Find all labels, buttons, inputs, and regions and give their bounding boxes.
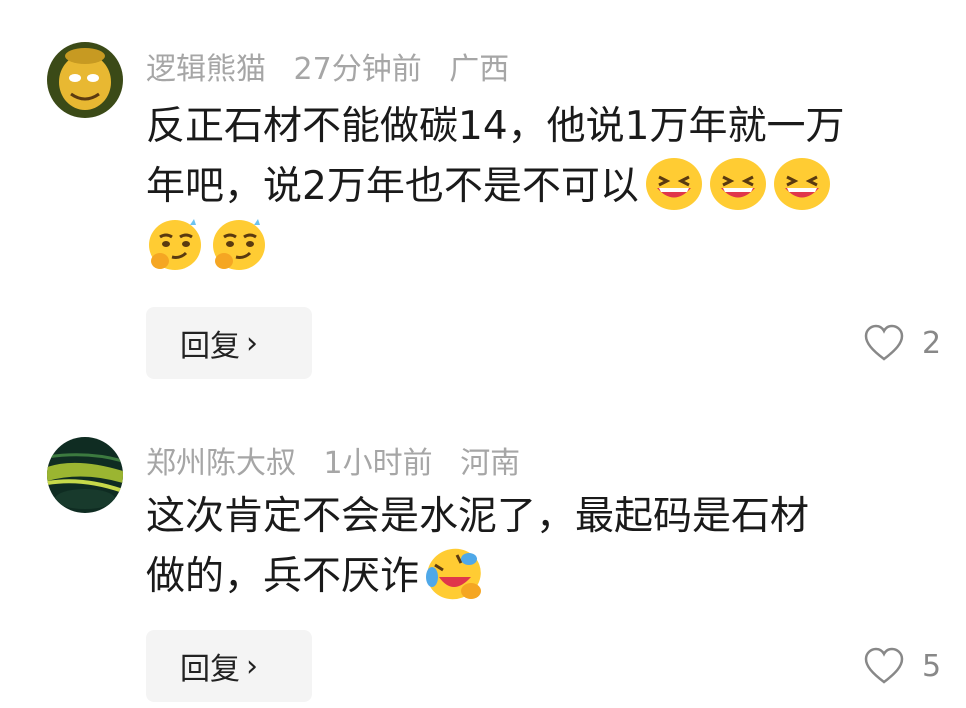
- comment-text-line: 反正石材不能做碳14，他说1万年就一万: [146, 104, 845, 149]
- grin-emoji: [709, 157, 767, 211]
- comment-meta: 逻辑熊猫 27分钟前 广西: [146, 44, 527, 88]
- comment-item: 郑州陈大叔 1小时前 河南 这次肯定不会是水泥了，最起码是石材 做的，兵不厌诈 …: [0, 420, 966, 708]
- grin-emoji: [645, 157, 703, 211]
- comment-text-line: 这次肯定不会是水泥了，最起码是石材: [146, 494, 810, 539]
- comment-text: 反正石材不能做碳14，他说1万年就一万 年吧，说2万年也不是不可以: [146, 97, 936, 277]
- user-avatar[interactable]: [47, 437, 123, 513]
- like-button[interactable]: 5: [864, 647, 941, 685]
- laugh-cry-emoji: [425, 547, 483, 601]
- like-count: 2: [922, 325, 942, 361]
- reply-button[interactable]: 回复 ›: [146, 307, 312, 379]
- comment-time: 1小时前: [323, 446, 433, 481]
- like-count: 5: [922, 648, 942, 684]
- username[interactable]: 郑州陈大叔: [146, 446, 296, 481]
- reply-button[interactable]: 回复 ›: [146, 630, 312, 702]
- comment-text-line: [146, 217, 936, 277]
- grin-emoji: [773, 157, 831, 211]
- comment-meta: 郑州陈大叔 1小时前 河南: [146, 438, 538, 482]
- comment-time: 27分钟前: [293, 52, 422, 87]
- comment-text-line: 做的，兵不厌诈: [146, 547, 936, 607]
- heart-icon: [864, 324, 904, 361]
- user-avatar[interactable]: [47, 42, 123, 118]
- heart-icon: [864, 647, 904, 684]
- comment-text: 这次肯定不会是水泥了，最起码是石材 做的，兵不厌诈: [146, 487, 936, 607]
- chevron-right-icon: ›: [246, 648, 258, 684]
- chevron-right-icon: ›: [246, 325, 258, 361]
- reply-label: 回复: [180, 329, 240, 364]
- comment-text-line: 年吧，说2万年也不是不可以: [146, 157, 936, 217]
- like-button[interactable]: 2: [864, 324, 941, 362]
- comment-location: 广西: [449, 52, 510, 87]
- username[interactable]: 逻辑熊猫: [146, 52, 266, 87]
- smirk-emoji: [146, 217, 204, 271]
- smirk-emoji: [210, 217, 268, 271]
- reply-label: 回复: [180, 652, 240, 687]
- comment-location: 河南: [460, 446, 521, 481]
- comment-item: 逻辑熊猫 27分钟前 广西 反正石材不能做碳14，他说1万年就一万 年吧，说2万…: [0, 0, 966, 400]
